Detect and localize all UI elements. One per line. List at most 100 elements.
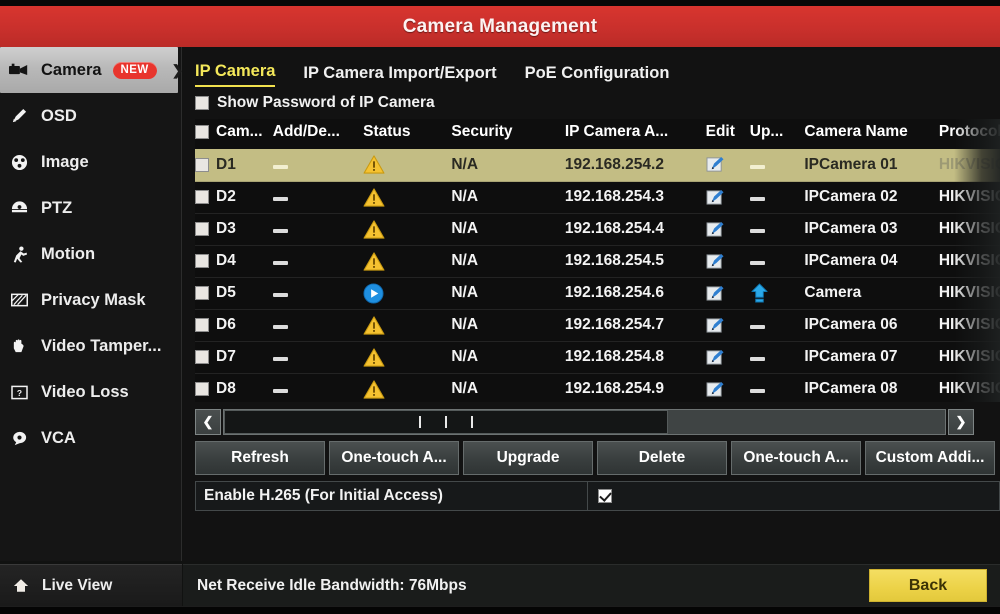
cell-upgrade[interactable] xyxy=(749,245,805,278)
column-header-ip-address[interactable]: IP Camera A... xyxy=(564,119,706,149)
cell-upgrade[interactable] xyxy=(749,277,805,310)
table-row[interactable]: D6 N/A192.168.254.7 IPCamera 06HIKVISIO xyxy=(195,309,1000,342)
horizontal-scrollbar[interactable]: ❮ ❯ xyxy=(195,408,974,436)
column-header-protocol[interactable]: Protocol xyxy=(938,119,1000,149)
row-checkbox[interactable] xyxy=(195,222,209,236)
sidebar-item-live-view[interactable]: Live View xyxy=(0,564,182,606)
enable-h265-checkbox[interactable] xyxy=(598,489,612,503)
scroll-left-button[interactable]: ❮ xyxy=(195,409,221,435)
cell-edit[interactable] xyxy=(705,341,750,374)
sidebar-item-osd[interactable]: OSD xyxy=(0,93,181,139)
edit-icon[interactable] xyxy=(706,253,750,270)
cell-camera[interactable]: D7 xyxy=(195,341,273,374)
upgrade-button[interactable]: Upgrade xyxy=(463,441,593,475)
column-header-upgrade[interactable]: Up... xyxy=(749,119,805,149)
column-header-add-delete[interactable]: Add/De... xyxy=(272,119,364,149)
delete-button[interactable]: Delete xyxy=(597,441,727,475)
cell-upgrade[interactable] xyxy=(749,149,805,182)
scroll-right-button[interactable]: ❯ xyxy=(948,409,974,435)
table-row[interactable]: D3 N/A192.168.254.4 IPCamera 03HIKVISIO xyxy=(195,213,1000,246)
cell-add-delete[interactable] xyxy=(272,277,364,310)
cell-edit[interactable] xyxy=(705,213,750,246)
edit-icon[interactable] xyxy=(706,189,750,206)
sidebar-item-motion[interactable]: Motion xyxy=(0,231,181,277)
upgrade-arrow-icon[interactable] xyxy=(750,283,805,303)
column-header-camera-name[interactable]: Camera Name xyxy=(804,119,939,149)
sidebar-item-video-tampering[interactable]: Video Tamper... xyxy=(0,323,181,369)
dash-mark[interactable] xyxy=(749,220,765,237)
cell-upgrade[interactable] xyxy=(749,341,805,374)
select-all-checkbox[interactable] xyxy=(195,125,209,139)
show-password-checkbox[interactable] xyxy=(195,96,209,110)
cell-edit[interactable] xyxy=(705,149,750,182)
tab-ip-camera[interactable]: IP Camera xyxy=(195,62,276,87)
refresh-button[interactable]: Refresh xyxy=(195,441,325,475)
column-header-camera[interactable]: Cam... xyxy=(195,119,273,149)
cell-upgrade[interactable] xyxy=(749,373,805,402)
cell-camera[interactable]: D6 xyxy=(195,309,273,342)
one-touch-activate-button[interactable]: One-touch A... xyxy=(329,441,459,475)
cell-edit[interactable] xyxy=(705,181,750,214)
edit-icon[interactable] xyxy=(706,221,750,238)
dash-mark[interactable] xyxy=(749,188,765,205)
edit-icon[interactable] xyxy=(706,381,750,398)
dash-mark[interactable] xyxy=(749,252,765,269)
row-checkbox[interactable] xyxy=(195,318,209,332)
sidebar-item-vca[interactable]: VCA xyxy=(0,415,181,461)
edit-icon[interactable] xyxy=(706,156,750,173)
sidebar-item-privacy-mask[interactable]: Privacy Mask xyxy=(0,277,181,323)
table-row[interactable]: D7 N/A192.168.254.8 IPCamera 07HIKVISIO xyxy=(195,341,1000,374)
scroll-track[interactable] xyxy=(223,409,946,435)
column-header-status[interactable]: Status xyxy=(363,119,452,149)
row-checkbox[interactable] xyxy=(195,254,209,268)
dash-mark[interactable] xyxy=(749,316,765,333)
cell-add-delete[interactable] xyxy=(272,149,364,182)
table-row[interactable]: D5 N/A192.168.254.6 CameraHIKVISIO xyxy=(195,277,1000,310)
cell-upgrade[interactable] xyxy=(749,181,805,214)
edit-icon[interactable] xyxy=(706,349,750,366)
column-header-edit[interactable]: Edit xyxy=(705,119,750,149)
cell-camera[interactable]: D2 xyxy=(195,181,273,214)
cell-camera[interactable]: D3 xyxy=(195,213,273,246)
sidebar-item-video-loss[interactable]: ? Video Loss xyxy=(0,369,181,415)
cell-camera[interactable]: D8 xyxy=(195,373,273,402)
cell-add-delete[interactable] xyxy=(272,373,364,402)
dash-mark[interactable] xyxy=(749,156,765,173)
cell-upgrade[interactable] xyxy=(749,213,805,246)
cell-camera[interactable]: D1 xyxy=(195,149,273,182)
dash-mark[interactable] xyxy=(749,380,765,397)
cell-add-delete[interactable] xyxy=(272,213,364,246)
cell-upgrade[interactable] xyxy=(749,309,805,342)
cell-add-delete[interactable] xyxy=(272,245,364,278)
dash-mark[interactable] xyxy=(749,348,765,365)
cell-add-delete[interactable] xyxy=(272,181,364,214)
tab-poe-configuration[interactable]: PoE Configuration xyxy=(525,64,670,87)
one-touch-adding-button[interactable]: One-touch A... xyxy=(731,441,861,475)
cell-camera[interactable]: D5 xyxy=(195,277,273,310)
cell-edit[interactable] xyxy=(705,309,750,342)
custom-adding-button[interactable]: Custom Addi... xyxy=(865,441,995,475)
cell-edit[interactable] xyxy=(705,245,750,278)
row-checkbox[interactable] xyxy=(195,382,209,396)
column-header-security[interactable]: Security xyxy=(451,119,565,149)
scroll-thumb[interactable] xyxy=(224,410,668,434)
cell-camera[interactable]: D4 xyxy=(195,245,273,278)
edit-icon[interactable] xyxy=(706,285,750,302)
table-row[interactable]: D8 N/A192.168.254.9 IPCamera 08HIKVISIO xyxy=(195,373,1000,402)
sidebar-item-image[interactable]: Image xyxy=(0,139,181,185)
table-row[interactable]: D2 N/A192.168.254.3 IPCamera 02HIKVISIO xyxy=(195,181,1000,214)
row-checkbox[interactable] xyxy=(195,157,209,172)
row-checkbox[interactable] xyxy=(195,286,209,300)
cell-add-delete[interactable] xyxy=(272,309,364,342)
edit-icon[interactable] xyxy=(706,317,750,334)
sidebar-item-camera[interactable]: Camera NEW ❯ xyxy=(0,47,183,93)
cell-add-delete[interactable] xyxy=(272,341,364,374)
cell-edit[interactable] xyxy=(705,373,750,402)
cell-edit[interactable] xyxy=(705,277,750,310)
tab-ip-camera-import-export[interactable]: IP Camera Import/Export xyxy=(303,64,496,87)
row-checkbox[interactable] xyxy=(195,350,209,364)
table-row[interactable]: D4 N/A192.168.254.5 IPCamera 04HIKVISIO xyxy=(195,245,1000,278)
sidebar-item-ptz[interactable]: PTZ xyxy=(0,185,181,231)
table-row[interactable]: D1 N/A192.168.254.2 IPCamera 01HIKVISIO xyxy=(195,149,1000,182)
row-checkbox[interactable] xyxy=(195,190,209,204)
